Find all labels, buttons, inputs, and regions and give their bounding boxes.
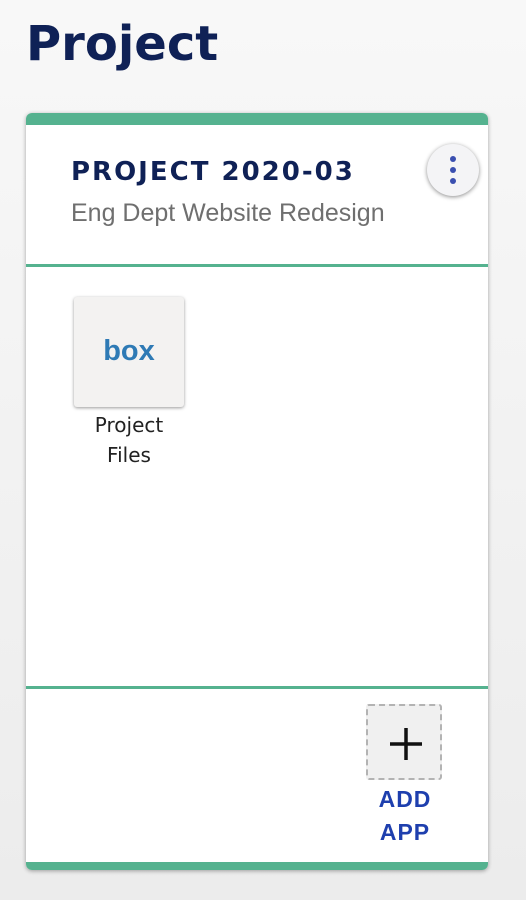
project-code: PROJECT 2020-03 xyxy=(71,157,355,187)
app-tile-project-files[interactable]: box xyxy=(74,297,184,407)
add-app-label-line-2: APP xyxy=(379,819,431,845)
app-label-line-1: Project xyxy=(94,413,164,437)
project-card: PROJECT 2020-03 Eng Dept Website Redesig… xyxy=(26,113,488,870)
project-menu-button[interactable] xyxy=(427,144,479,196)
add-app-label-line-1: ADD xyxy=(378,786,432,812)
more-vertical-icon xyxy=(450,156,456,162)
project-name: Eng Dept Website Redesign xyxy=(71,199,385,227)
card-top-accent-bar xyxy=(26,113,488,125)
box-logo-icon: box xyxy=(103,335,155,367)
header-divider xyxy=(26,264,488,267)
add-app-button[interactable] xyxy=(366,704,442,780)
box-logo-text: box xyxy=(103,335,155,367)
more-vertical-icon-dot xyxy=(450,167,456,173)
more-vertical-icon-dot xyxy=(450,178,456,184)
app-label-project-files[interactable]: Project Files xyxy=(74,410,184,470)
plus-icon xyxy=(390,728,422,760)
add-app-link[interactable]: ADD APP xyxy=(356,783,454,849)
footer-divider xyxy=(26,686,488,689)
card-bottom-accent-bar xyxy=(26,862,488,870)
page-title: Project xyxy=(26,16,219,72)
app-label-line-2: Files xyxy=(107,443,151,467)
